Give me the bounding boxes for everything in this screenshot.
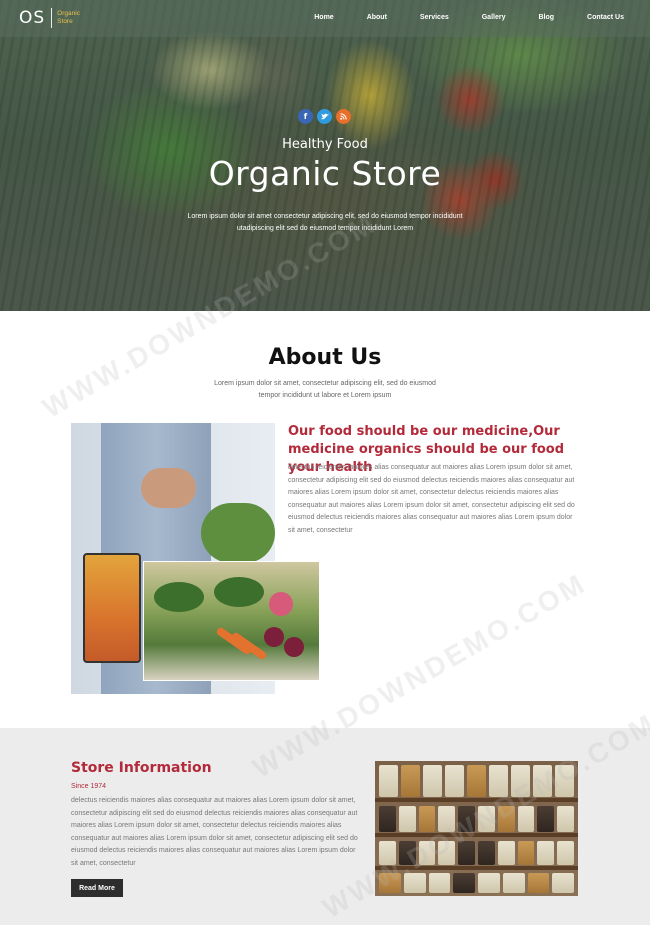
jar xyxy=(379,806,396,832)
hero-banner: OS Organic Store Home About Services Gal… xyxy=(0,0,650,311)
rss-glyph xyxy=(340,113,347,120)
image-beet xyxy=(264,627,284,647)
jar xyxy=(398,806,416,832)
logo-line-1: Organic xyxy=(57,10,80,17)
jar xyxy=(403,873,426,893)
jar xyxy=(477,841,495,865)
jar xyxy=(418,841,436,865)
facebook-icon[interactable]: f xyxy=(298,109,313,124)
shelf xyxy=(375,833,578,837)
twitter-glyph xyxy=(320,113,329,120)
store-title: Store Information xyxy=(71,760,212,776)
twitter-icon[interactable] xyxy=(317,109,332,124)
jar xyxy=(428,873,451,893)
logo-mark: OS xyxy=(19,8,46,28)
site-logo[interactable]: OS Organic Store xyxy=(19,8,80,28)
jar xyxy=(423,765,442,797)
jar xyxy=(517,841,535,865)
jar xyxy=(458,841,475,865)
logo-divider xyxy=(51,8,53,28)
social-links: f xyxy=(298,109,351,124)
logo-line-2: Store xyxy=(57,18,73,25)
jar xyxy=(438,806,456,832)
shelf xyxy=(375,866,578,870)
about-text: delectus reiciendis maiores alias conseq… xyxy=(288,464,575,534)
jar xyxy=(517,806,535,832)
jar xyxy=(537,841,555,865)
nav-contact-us[interactable]: Contact Us xyxy=(587,14,624,21)
jar xyxy=(379,765,398,797)
jar xyxy=(557,841,574,865)
nav-home[interactable]: Home xyxy=(314,14,333,21)
jar xyxy=(445,765,464,797)
image-leaf xyxy=(154,582,204,612)
jar xyxy=(401,765,420,797)
jar xyxy=(527,873,550,893)
about-title: About Us xyxy=(268,345,382,370)
jar xyxy=(497,841,515,865)
image-radish xyxy=(269,592,293,616)
jar xyxy=(379,873,401,893)
store-section: Store Information Since 1974 delectus re… xyxy=(0,728,650,925)
navbar: OS Organic Store Home About Services Gal… xyxy=(0,0,650,37)
jar xyxy=(489,765,508,797)
jar xyxy=(453,873,475,893)
jar-row xyxy=(379,765,574,797)
jar xyxy=(418,806,436,832)
jar xyxy=(502,873,525,893)
store-text: delectus reiciendis maiores alias conseq… xyxy=(71,797,358,867)
jar xyxy=(458,806,475,832)
about-image-vegetables xyxy=(143,561,320,681)
jar xyxy=(438,841,456,865)
rss-icon[interactable] xyxy=(336,109,351,124)
jar xyxy=(478,873,500,893)
read-more-button[interactable]: Read More xyxy=(71,879,123,897)
shelf xyxy=(375,798,578,802)
about-intro: Lorem ipsum dolor sit amet, consectetur … xyxy=(214,380,436,399)
image-hands xyxy=(141,468,196,508)
jar xyxy=(379,841,396,865)
jar xyxy=(537,806,555,832)
nav-about[interactable]: About xyxy=(367,14,387,21)
jar-row xyxy=(379,806,574,832)
hero-subtitle: Healthy Food xyxy=(282,137,368,152)
jar xyxy=(477,806,495,832)
nav-gallery[interactable]: Gallery xyxy=(482,14,506,21)
jar xyxy=(497,806,515,832)
image-greens xyxy=(201,503,275,563)
nav-menu: Home About Services Gallery Blog Contact… xyxy=(314,14,624,21)
jar xyxy=(398,841,416,865)
store-since: Since 1974 xyxy=(71,783,107,790)
image-basket xyxy=(83,553,141,663)
store-shelves-image xyxy=(375,761,578,896)
logo-text: Organic Store xyxy=(57,10,80,26)
nav-blog[interactable]: Blog xyxy=(538,14,554,21)
image-beet xyxy=(284,637,304,657)
jar-row xyxy=(379,841,574,865)
jar xyxy=(511,765,530,797)
image-leaf xyxy=(214,577,264,607)
jar xyxy=(557,806,574,832)
jar-row xyxy=(379,873,574,893)
jar xyxy=(533,765,552,797)
jar xyxy=(552,873,574,893)
jar xyxy=(467,765,486,797)
hero-description: Lorem ipsum dolor sit amet consectetur a… xyxy=(187,213,463,232)
nav-services[interactable]: Services xyxy=(420,14,449,21)
jar xyxy=(555,765,574,797)
hero-title: Organic Store xyxy=(208,154,442,193)
